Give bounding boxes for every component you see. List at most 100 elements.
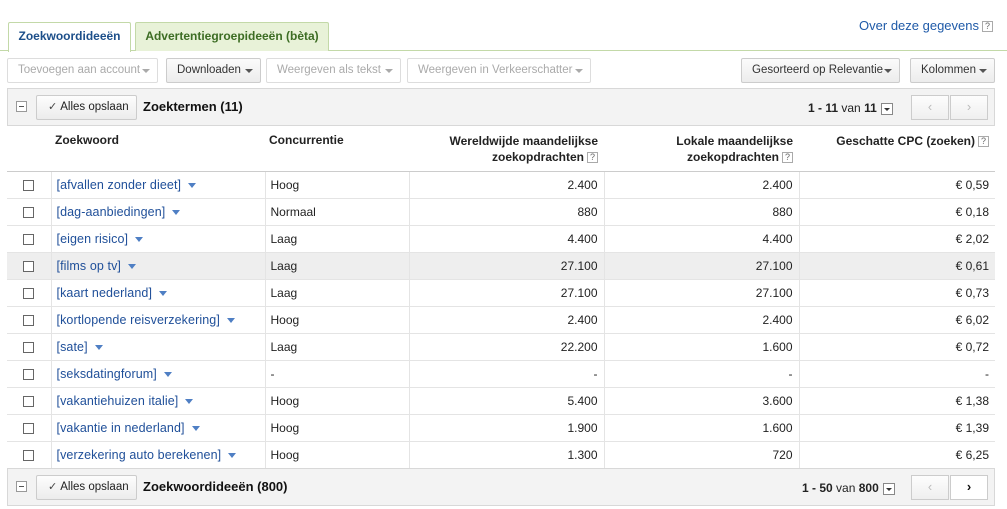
- row-checkbox[interactable]: [23, 206, 35, 218]
- view-in-traffic-estimator-button[interactable]: Weergeven in Verkeerschatter: [407, 58, 591, 83]
- save-all-search-terms-button[interactable]: ✓ Alles opslaan: [36, 95, 137, 120]
- add-to-account-button[interactable]: Toevoegen aan account: [7, 58, 158, 83]
- collapse-icon[interactable]: [16, 101, 27, 112]
- chevron-down-icon[interactable]: [191, 425, 200, 431]
- next-page-button[interactable]: ›: [950, 95, 988, 120]
- keyword-link[interactable]: [kaart nederland]: [57, 286, 153, 300]
- row-select-cell: [7, 306, 51, 334]
- prev-page-button[interactable]: ‹: [911, 475, 949, 500]
- help-icon[interactable]: ?: [782, 152, 793, 164]
- sort-dropdown[interactable]: Gesorteerd op Relevantie: [741, 58, 900, 83]
- checkmark-icon: ✓: [48, 481, 58, 493]
- help-icon[interactable]: ?: [978, 136, 989, 148]
- global-searches-cell: 2.400: [408, 306, 604, 334]
- chevron-down-icon[interactable]: [159, 290, 168, 296]
- local-searches-cell: 27.100: [603, 252, 799, 280]
- local-searches-cell: 3.600: [603, 387, 799, 415]
- competition-column-header[interactable]: Concurrentie: [265, 126, 409, 172]
- row-checkbox[interactable]: [23, 314, 35, 326]
- keyword-ideas-title: Zoekwoordideeën (800): [143, 479, 288, 494]
- row-checkbox[interactable]: [23, 368, 35, 380]
- range-of: van: [841, 101, 861, 115]
- keyword-cell: [afvallen zonder dieet]: [50, 171, 265, 199]
- cpc-column-header[interactable]: Geschatte CPC (zoeken)?: [799, 126, 995, 172]
- table-row[interactable]: [seksdatingforum] - - - -: [7, 360, 995, 388]
- table-row[interactable]: [kortlopende reisverzekering] Hoog 2.400 2.…: [7, 306, 995, 334]
- keyword-link[interactable]: [films op tv]: [57, 259, 122, 273]
- row-checkbox[interactable]: [23, 233, 35, 245]
- chevron-down-icon[interactable]: [135, 236, 144, 242]
- row-checkbox[interactable]: [23, 422, 35, 434]
- row-checkbox[interactable]: [23, 287, 35, 299]
- row-checkbox[interactable]: [23, 395, 35, 407]
- page-size-dropdown-icon[interactable]: [880, 102, 893, 115]
- table-row[interactable]: [verzekering auto berekenen] Hoog 1.300 720…: [7, 441, 995, 469]
- local-searches-cell: -: [603, 360, 799, 388]
- chevron-down-icon[interactable]: [228, 452, 237, 458]
- prev-page-button[interactable]: ‹: [911, 95, 949, 120]
- row-checkbox[interactable]: [23, 449, 35, 461]
- table-row[interactable]: [eigen risico] Laag 4.400 4.400 € 2,02: [7, 225, 995, 253]
- local-header-line1: Lokale maandelijkse: [676, 134, 793, 148]
- row-checkbox[interactable]: [23, 341, 35, 353]
- page-size-dropdown-icon[interactable]: [882, 482, 895, 495]
- checkmark-icon: ✓: [48, 101, 58, 113]
- table-row[interactable]: [afvallen zonder dieet] Hoog 2.400 2.400 € 0…: [7, 171, 995, 199]
- keyword-cell: [kortlopende reisverzekering]: [50, 306, 265, 334]
- keyword-link[interactable]: [vakantiehuizen italie]: [57, 394, 179, 408]
- global-searches-cell: 27.100: [408, 279, 604, 307]
- row-select-cell: [7, 252, 51, 280]
- chevron-down-icon[interactable]: [188, 182, 197, 188]
- cpc-cell: € 0,73: [798, 279, 995, 307]
- row-select-cell: [7, 387, 51, 415]
- row-checkbox[interactable]: [23, 260, 35, 272]
- local-searches-cell: 2.400: [603, 306, 799, 334]
- table-row[interactable]: [kaart nederland] Laag 27.100 27.100 € 0,73: [7, 279, 995, 307]
- keyword-link[interactable]: [dag-aanbiedingen]: [57, 205, 166, 219]
- table-row[interactable]: [vakantie in nederland] Hoog 1.900 1.600 € 1…: [7, 414, 995, 442]
- local-searches-column-header[interactable]: Lokale maandelijkse zoekopdrachten?: [604, 126, 799, 172]
- chevron-down-icon[interactable]: [226, 317, 235, 323]
- chevron-down-icon[interactable]: [172, 209, 181, 215]
- keyword-cell: [films op tv]: [50, 252, 265, 280]
- keyword-link[interactable]: [seksdatingforum]: [57, 367, 157, 381]
- collapse-icon[interactable]: [16, 481, 27, 492]
- keyword-link[interactable]: [sate]: [57, 340, 88, 354]
- view-as-text-button[interactable]: Weergeven als tekst: [266, 58, 401, 83]
- competition-cell: Laag: [264, 225, 409, 253]
- keyword-link[interactable]: [verzekering auto berekenen]: [57, 448, 222, 462]
- table-row[interactable]: [films op tv] Laag 27.100 27.100 € 0,61: [7, 252, 995, 280]
- save-all-keyword-ideas-button[interactable]: ✓ Alles opslaan: [36, 475, 137, 500]
- keyword-link[interactable]: [afvallen zonder dieet]: [57, 178, 182, 192]
- download-button[interactable]: Downloaden: [166, 58, 261, 83]
- range-total: 11: [864, 101, 877, 115]
- global-searches-column-header[interactable]: Wereldwijde maandelijkse zoekopdrachten?: [409, 126, 604, 172]
- tab-adgroup-ideas[interactable]: Advertentiegroepideeën (bèta): [135, 22, 329, 51]
- table-row[interactable]: [dag-aanbiedingen] Normaal 880 880 € 0,18: [7, 198, 995, 226]
- row-checkbox[interactable]: [23, 179, 35, 191]
- keyword-column-header[interactable]: Zoekwoord: [51, 126, 265, 172]
- competition-cell: Hoog: [264, 306, 409, 334]
- table-body: [afvallen zonder dieet] Hoog 2.400 2.400 € 0…: [7, 171, 995, 469]
- keyword-link[interactable]: [vakantie in nederland]: [57, 421, 185, 435]
- next-page-button[interactable]: ›: [950, 475, 988, 500]
- tab-keyword-ideas[interactable]: Zoekwoordideeën: [8, 22, 131, 52]
- row-select-cell: [7, 333, 51, 361]
- chevron-down-icon[interactable]: [128, 263, 137, 269]
- about-data-link[interactable]: Over deze gegevens?: [859, 18, 993, 33]
- global-header-line2: zoekopdrachten: [491, 150, 584, 164]
- table-row[interactable]: [sate] Laag 22.200 1.600 € 0,72: [7, 333, 995, 361]
- row-select-cell: [7, 414, 51, 442]
- columns-dropdown[interactable]: Kolommen: [910, 58, 995, 83]
- cpc-cell: -: [798, 360, 995, 388]
- table-header-row: Zoekwoord Concurrentie Wereldwijde maand…: [7, 126, 995, 172]
- help-icon[interactable]: ?: [587, 152, 598, 164]
- keyword-link[interactable]: [eigen risico]: [57, 232, 129, 246]
- chevron-down-icon[interactable]: [185, 398, 194, 404]
- chevron-down-icon[interactable]: [94, 344, 103, 350]
- keyword-link[interactable]: [kortlopende reisverzekering]: [57, 313, 220, 327]
- help-icon[interactable]: ?: [982, 21, 993, 33]
- chevron-down-icon[interactable]: [163, 371, 172, 377]
- local-searches-cell: 1.600: [603, 333, 799, 361]
- table-row[interactable]: [vakantiehuizen italie] Hoog 5.400 3.600 € 1…: [7, 387, 995, 415]
